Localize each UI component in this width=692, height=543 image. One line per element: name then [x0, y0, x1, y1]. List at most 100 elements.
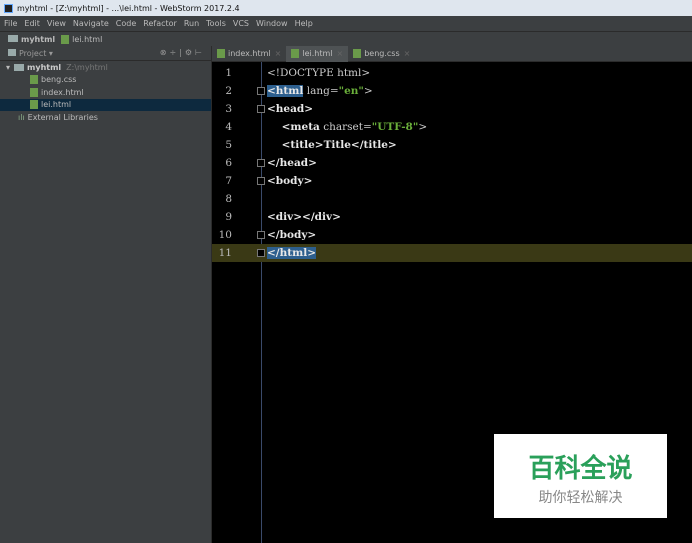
close-icon[interactable]: × [337, 49, 344, 58]
menu-help[interactable]: Help [295, 19, 313, 28]
fold-marker-icon[interactable] [257, 177, 265, 185]
breadcrumb-project[interactable]: myhtml [8, 34, 56, 44]
code-line[interactable]: 5 <title>Title</title> [212, 136, 692, 154]
line-number: 6 [225, 157, 232, 169]
folder-icon [8, 34, 18, 42]
project-icon [8, 48, 16, 56]
code-line[interactable]: 11 </html> [212, 244, 692, 262]
breadcrumb-file-label: lei.html [72, 34, 103, 44]
tab-label: index.html [228, 49, 271, 58]
code-line[interactable]: 2 <html lang="en"> [212, 82, 692, 100]
code-line[interactable]: 3 <head> [212, 100, 692, 118]
tree-external-libraries[interactable]: ılı External Libraries [0, 111, 211, 124]
line-number: 3 [225, 103, 232, 115]
code-line[interactable]: 8 [212, 190, 692, 208]
fold-marker-icon[interactable] [257, 249, 265, 257]
code-text: <div></div> [267, 211, 341, 223]
code-text: <!DOCTYPE html> [267, 67, 371, 79]
project-panel: Project ▾ ⊗÷|⚙⊢ ▾ myhtml Z:\myhtml beng.cs… [0, 46, 212, 543]
collapse-icon[interactable]: ÷ [169, 48, 179, 57]
code-line[interactable]: 9 <div></div> [212, 208, 692, 226]
window-title: myhtml - [Z:\myhtml] - ...\lei.html - We… [17, 3, 240, 13]
code-line[interactable]: 10 </body> [212, 226, 692, 244]
tab-beng-css[interactable]: beng.css × [348, 46, 415, 62]
watermark-title: 百科全说 [528, 454, 633, 484]
line-number: 8 [225, 193, 232, 205]
attr-token: lang= [303, 85, 339, 97]
watermark-subtitle: 助你轻松解决 [538, 490, 623, 506]
menu-vcs[interactable]: VCS [233, 19, 249, 28]
menu-edit[interactable]: Edit [24, 19, 40, 28]
tab-index-html[interactable]: index.html × [212, 46, 286, 62]
gear-icon[interactable]: ⚙ [185, 48, 195, 57]
code-line[interactable]: 6 </head> [212, 154, 692, 172]
menu-window[interactable]: Window [256, 19, 288, 28]
line-number: 11 [218, 247, 232, 259]
expand-arrow-icon: ▾ [6, 62, 11, 72]
navigation-bar: myhtml lei.html [0, 31, 692, 46]
project-view-selector[interactable]: Project ▾ [8, 48, 53, 58]
code-line[interactable]: 4 <meta charset="UTF-8"> [212, 118, 692, 136]
code-text: <meta charset="UTF-8"> [267, 121, 428, 133]
file-label: lei.html [41, 100, 72, 110]
tab-label: lei.html [302, 49, 333, 58]
tree-file-index-html[interactable]: index.html [0, 86, 211, 99]
breadcrumb-project-label: myhtml [21, 34, 56, 44]
tag-token: <html [267, 85, 304, 97]
tab-lei-html[interactable]: lei.html × [286, 45, 349, 62]
bracket-token: > [418, 121, 428, 133]
close-icon[interactable]: × [275, 49, 282, 58]
menu-code[interactable]: Code [116, 19, 136, 28]
app-icon [4, 3, 13, 13]
code-line[interactable]: 1 <!DOCTYPE html> [212, 64, 692, 82]
hide-icon[interactable]: ⊢ [195, 48, 205, 57]
line-number: 10 [218, 229, 232, 241]
library-icon: ılı [18, 112, 25, 122]
project-header-label: Project [19, 48, 47, 58]
code-text: </body> [267, 229, 317, 241]
external-libraries-label: External Libraries [27, 112, 98, 122]
tree-file-beng-css[interactable]: beng.css [0, 74, 211, 87]
fold-marker-icon[interactable] [257, 159, 265, 167]
close-icon[interactable]: × [404, 49, 411, 58]
menu-file[interactable]: File [4, 19, 17, 28]
panel-tools: ⊗÷|⚙⊢ [159, 48, 205, 57]
tree-root[interactable]: ▾ myhtml Z:\myhtml [0, 61, 211, 74]
html-file-icon [291, 49, 300, 58]
tree-file-lei-html[interactable]: lei.html [0, 98, 211, 111]
css-file-icon [30, 75, 38, 85]
watermark-logo: 百科全说 助你轻松解决 [494, 434, 667, 518]
code-text: </html> [267, 247, 317, 259]
fold-marker-icon[interactable] [257, 105, 265, 113]
code-text: </head> [267, 157, 317, 169]
html-file-icon [61, 34, 70, 44]
menu-tools[interactable]: Tools [206, 19, 226, 28]
menu-refactor[interactable]: Refactor [143, 19, 177, 28]
fold-marker-icon[interactable] [257, 87, 265, 95]
html-file-icon [30, 100, 38, 110]
breadcrumb-file[interactable]: lei.html [61, 34, 103, 44]
string-token: "UTF-8" [371, 121, 419, 133]
menu-bar: File Edit View Navigate Code Refactor Ru… [0, 16, 692, 31]
menu-navigate[interactable]: Navigate [73, 19, 109, 28]
code-text: <html lang="en"> [267, 85, 373, 97]
fold-marker-icon[interactable] [257, 231, 265, 239]
css-file-icon [353, 49, 362, 58]
menu-run[interactable]: Run [184, 19, 199, 28]
menu-view[interactable]: View [47, 19, 66, 28]
code-line[interactable]: 7 <body> [212, 172, 692, 190]
line-number: 9 [225, 211, 232, 223]
html-file-icon [217, 49, 225, 58]
editor-tabs: index.html × lei.html × beng.css × [212, 45, 692, 62]
file-label: index.html [41, 87, 84, 97]
line-number: 7 [225, 175, 232, 187]
code-text: <body> [267, 175, 313, 187]
code-text: <title>Title</title> [267, 139, 397, 151]
tag-token: <meta [267, 121, 320, 133]
bracket-token: > [363, 85, 373, 97]
root-path: Z:\myhtml [66, 62, 108, 72]
line-number: 5 [225, 139, 232, 151]
folder-icon [14, 63, 25, 71]
title-bar: myhtml - [Z:\myhtml] - ...\lei.html - We… [0, 0, 692, 16]
scroll-from-source-icon[interactable]: ⊗ [160, 48, 170, 57]
